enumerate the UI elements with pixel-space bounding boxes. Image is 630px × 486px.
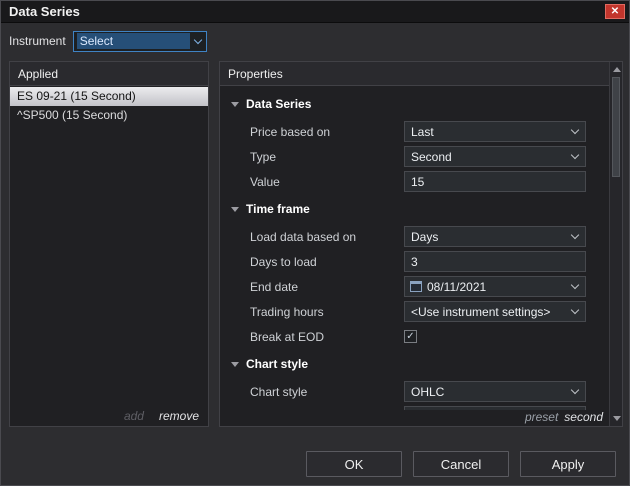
window-title: Data Series xyxy=(9,4,80,19)
preset-links: preset second xyxy=(525,410,603,424)
list-item-es-0921[interactable]: ES 09-21 (15 Second) xyxy=(10,87,208,106)
property-label: Days to load xyxy=(250,255,404,269)
preset-link[interactable]: preset xyxy=(525,410,558,424)
scroll-down-button[interactable] xyxy=(610,412,623,425)
end-date-picker[interactable]: 08/11/2021 xyxy=(404,276,586,297)
trading-hours-value: <Use instrument settings> xyxy=(405,305,572,319)
cancel-button[interactable]: Cancel xyxy=(413,451,509,477)
properties-scrollbar[interactable] xyxy=(609,62,622,426)
arrow-down-icon xyxy=(613,416,621,421)
collapse-triangle-icon xyxy=(231,362,239,367)
property-label: Load data based on xyxy=(250,230,404,244)
preset-second-link[interactable]: second xyxy=(564,410,603,424)
instrument-value: Select xyxy=(77,33,190,49)
property-label: Price based on xyxy=(250,125,404,139)
chevron-down-icon xyxy=(571,151,579,159)
add-link[interactable]: add xyxy=(124,409,144,423)
scrollbar-thumb[interactable] xyxy=(612,77,620,177)
property-label: End date xyxy=(250,280,404,294)
close-button[interactable]: ✕ xyxy=(605,4,625,19)
titlebar[interactable]: Data Series ✕ xyxy=(1,1,629,23)
section-time-frame[interactable]: Time frame xyxy=(220,194,608,224)
break-at-eod-checkbox[interactable]: ✓ xyxy=(404,330,417,343)
chevron-down-icon xyxy=(193,35,201,43)
section-title: Time frame xyxy=(246,202,310,216)
apply-button[interactable]: Apply xyxy=(520,451,616,477)
applied-panel: Applied ES 09-21 (15 Second) ^SP500 (15 … xyxy=(9,61,209,427)
data-series-dialog: Data Series ✕ Instrument Select Applied … xyxy=(0,0,630,486)
row-type: Type Second xyxy=(220,144,608,169)
chart-style-select[interactable]: OHLC xyxy=(404,381,586,402)
load-data-based-on-select[interactable]: Days xyxy=(404,226,586,247)
property-label: Trading hours xyxy=(250,305,404,319)
type-value: Second xyxy=(405,150,572,164)
row-end-date: End date 08/11/2021 xyxy=(220,274,608,299)
remove-link[interactable]: remove xyxy=(159,409,199,423)
instrument-select[interactable]: Select xyxy=(73,31,207,52)
collapse-triangle-icon xyxy=(231,102,239,107)
value-input[interactable]: 15 xyxy=(404,171,586,192)
value-text: 15 xyxy=(405,175,585,189)
trading-hours-select[interactable]: <Use instrument settings> xyxy=(404,301,586,322)
chevron-down-icon xyxy=(571,126,579,134)
row-value: Value 15 xyxy=(220,169,608,194)
section-title: Chart style xyxy=(246,357,308,371)
applied-actions: add remove xyxy=(124,409,199,423)
section-chart-style[interactable]: Chart style xyxy=(220,349,608,379)
chevron-down-icon xyxy=(571,281,579,289)
ok-button[interactable]: OK xyxy=(306,451,402,477)
price-based-on-value: Last xyxy=(405,125,572,139)
instrument-row: Instrument Select xyxy=(9,30,207,52)
row-chart-style: Chart style OHLC xyxy=(220,379,608,404)
scroll-up-button[interactable] xyxy=(610,63,623,76)
calendar-icon xyxy=(410,281,422,292)
property-label: Bar width xyxy=(250,410,404,411)
collapse-triangle-icon xyxy=(231,207,239,212)
chart-style-value: OHLC xyxy=(405,385,572,399)
arrow-up-icon xyxy=(613,67,621,72)
property-label: Type xyxy=(250,150,404,164)
chevron-down-icon xyxy=(571,306,579,314)
price-based-on-select[interactable]: Last xyxy=(404,121,586,142)
end-date-value: 08/11/2021 xyxy=(422,280,572,294)
properties-header: Properties xyxy=(220,62,622,86)
instrument-dropdown-button[interactable] xyxy=(190,32,206,51)
applied-list: ES 09-21 (15 Second) ^SP500 (15 Second) xyxy=(10,87,208,404)
properties-content: Data Series Price based on Last Type Sec… xyxy=(220,87,608,410)
checkmark-icon: ✓ xyxy=(406,332,414,342)
instrument-label: Instrument xyxy=(9,34,66,48)
list-item-sp500[interactable]: ^SP500 (15 Second) xyxy=(10,106,208,125)
property-label: Chart style xyxy=(250,385,404,399)
row-break-at-eod: Break at EOD ✓ xyxy=(220,324,608,349)
days-to-load-text: 3 xyxy=(405,255,585,269)
chevron-down-icon xyxy=(571,231,579,239)
property-label: Break at EOD xyxy=(250,330,404,344)
properties-panel: Properties Data Series Price based on La… xyxy=(219,61,623,427)
row-price-based-on: Price based on Last xyxy=(220,119,608,144)
footer-buttons: OK Cancel Apply xyxy=(306,451,616,477)
chevron-down-icon xyxy=(571,386,579,394)
row-days-to-load: Days to load 3 xyxy=(220,249,608,274)
close-icon: ✕ xyxy=(611,7,619,17)
section-data-series[interactable]: Data Series xyxy=(220,89,608,119)
break-at-eod-cell: ✓ xyxy=(404,330,586,343)
days-to-load-input[interactable]: 3 xyxy=(404,251,586,272)
load-data-based-on-value: Days xyxy=(405,230,572,244)
type-select[interactable]: Second xyxy=(404,146,586,167)
property-label: Value xyxy=(250,175,404,189)
row-trading-hours: Trading hours <Use instrument settings> xyxy=(220,299,608,324)
row-load-data-based-on: Load data based on Days xyxy=(220,224,608,249)
applied-header: Applied xyxy=(10,62,208,86)
section-title: Data Series xyxy=(246,97,311,111)
